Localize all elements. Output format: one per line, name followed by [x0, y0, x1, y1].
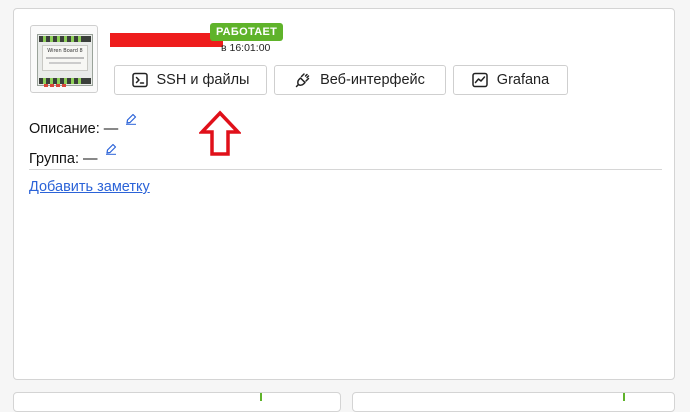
- status-time: в 16:01:00: [221, 42, 271, 54]
- pencil-icon[interactable]: [105, 143, 117, 155]
- pencil-icon[interactable]: [125, 113, 137, 125]
- device-brand-label: Wiren Board 8: [47, 48, 83, 54]
- description-value: —: [103, 121, 119, 137]
- device-card: Wiren Board 8 РАБОТАЕТ в 16:01:00 SSH и …: [13, 8, 675, 380]
- ssh-files-button[interactable]: SSH и файлы: [114, 65, 267, 95]
- grafana-button[interactable]: Grafana: [453, 65, 568, 95]
- ssh-files-label: SSH и файлы: [156, 72, 250, 88]
- group-row: Группа: —: [29, 143, 117, 167]
- web-interface-label: Веб-интерфейс: [320, 72, 425, 88]
- group-label: Группа:: [29, 151, 79, 167]
- group-value: —: [83, 151, 98, 167]
- grafana-label: Grafana: [496, 72, 550, 88]
- web-interface-button[interactable]: Веб-интерфейс: [274, 65, 446, 95]
- add-note-link[interactable]: Добавить заметку: [29, 179, 150, 195]
- description-row: Описание: —: [29, 113, 137, 137]
- chart-icon: [472, 72, 488, 88]
- next-card-left: [13, 392, 341, 412]
- divider: [29, 169, 662, 170]
- redacted-device-name: [110, 33, 223, 47]
- device-image: Wiren Board 8: [37, 34, 93, 87]
- status-badge: РАБОТАЕТ: [210, 23, 284, 41]
- red-up-arrow-annotation: [199, 110, 241, 156]
- next-card-right: [352, 392, 675, 412]
- description-label: Описание:: [29, 121, 100, 137]
- terminal-icon: [131, 72, 148, 88]
- device-thumbnail: Wiren Board 8: [30, 25, 98, 93]
- plug-icon: [295, 73, 310, 88]
